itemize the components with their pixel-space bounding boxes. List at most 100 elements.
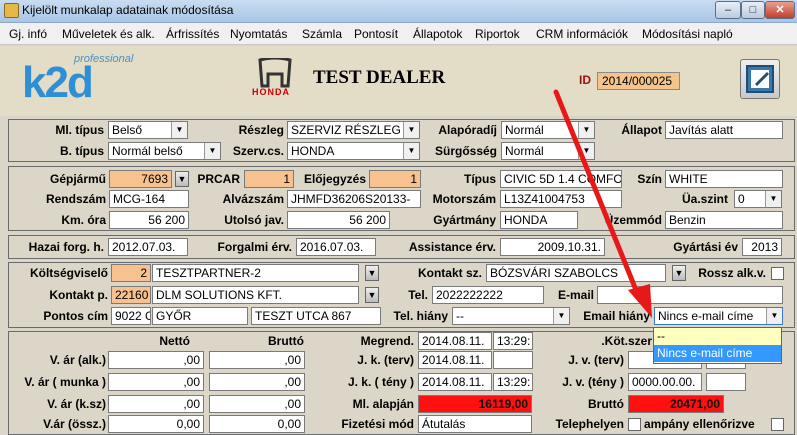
menu-modositasi-naplo[interactable]: Módosítási napló <box>642 27 733 41</box>
email-hiany-select[interactable]: Nincs e-mail címe ▼ <box>654 307 783 325</box>
uzemmod-field[interactable]: Benzin <box>665 211 783 229</box>
kontakt-sz-field[interactable]: BÓZSVÁRI SZABOLCS <box>486 264 666 282</box>
menu-crm[interactable]: CRM információk <box>536 27 628 41</box>
netto-header: Nettó <box>159 334 190 348</box>
chevron-down-icon: ▼ <box>403 143 419 159</box>
brutto-field: 20471,00 <box>628 395 724 413</box>
uaszint-select[interactable]: 0 ▼ <box>734 190 782 208</box>
alaporadij-select[interactable]: Normál ▼ <box>501 121 595 139</box>
assistance-erv-label: Assistance érv. <box>408 240 496 254</box>
jv-teny-time[interactable] <box>706 373 746 391</box>
varos-field[interactable]: GYŐR <box>152 307 248 325</box>
kontakt-p-field[interactable]: DLM SOLUTIONS KFT. <box>152 286 359 304</box>
utca-field[interactable]: TESZT UTCA 867 <box>251 307 381 325</box>
chevron-down-icon: ▼ <box>403 122 419 138</box>
assistance-erv-field[interactable]: 2009.10.31. <box>500 238 605 256</box>
honda-logo: HONDA <box>252 56 298 98</box>
chevron-down-icon: ▼ <box>766 308 782 324</box>
close-button[interactable]: ✕ <box>765 1 795 19</box>
szerv-cs-select[interactable]: HONDA ▼ <box>287 142 420 160</box>
tel-hiany-select[interactable]: -- ▼ <box>452 307 570 325</box>
prcar-field[interactable]: 1 <box>244 170 294 188</box>
var-ossz-brutto[interactable]: 0,00 <box>209 415 305 433</box>
minimize-button[interactable]: – <box>715 1 741 19</box>
maximize-button[interactable]: □ <box>741 1 765 19</box>
menu-riportok[interactable]: Riportok <box>475 27 520 41</box>
forgalmi-erv-field[interactable]: 2016.07.03. <box>296 238 376 256</box>
menu-arfrissites[interactable]: Árfrissítés <box>166 27 219 41</box>
var-munka-brutto[interactable]: ,00 <box>209 373 305 391</box>
tel-hiany-label: Tel. hiány <box>393 309 448 323</box>
motorszam-field[interactable]: L13Z41004753 <box>500 190 622 208</box>
jk-teny-label: J. k. ( tény ) <box>347 375 414 389</box>
ml-tipus-select[interactable]: Belső ▼ <box>108 121 188 139</box>
alaporadij-label: Alapóradíj <box>438 123 497 137</box>
edit-button[interactable] <box>740 59 780 99</box>
download-icon[interactable]: ▼ <box>175 171 189 187</box>
elojegyzes-field[interactable]: 1 <box>369 170 421 188</box>
download-icon[interactable]: ▼ <box>365 287 379 303</box>
rossz-alk-checkbox[interactable] <box>771 267 784 280</box>
ml-alapjan-field: 16119,00 <box>418 395 532 413</box>
jk-terv-date[interactable]: 2014.08.11. <box>418 351 492 369</box>
rendszam-field[interactable]: MCG-164 <box>109 190 189 208</box>
megrend-date[interactable]: 2014.08.11. <box>418 332 492 350</box>
dropdown-option-selected[interactable]: Nincs e-mail címe <box>654 345 781 362</box>
var-alk-netto[interactable]: ,00 <box>108 351 204 369</box>
chevron-down-icon: ▼ <box>553 308 569 324</box>
tel-field[interactable]: 2022222222 <box>432 286 544 304</box>
fizetesi-mod-label: Fizetési mód <box>341 417 414 431</box>
edit-icon <box>746 65 774 93</box>
download-icon[interactable]: ▼ <box>365 265 379 281</box>
km-ora-field[interactable]: 56 200 <box>109 211 189 229</box>
gyartasi-ev-field[interactable]: 2013 <box>742 238 782 256</box>
kontakt-p-id-field[interactable]: 22160 <box>111 286 151 304</box>
koltsegviselo-id-field[interactable]: 2 <box>111 264 151 282</box>
allapot-field[interactable]: Javítás alatt <box>665 121 783 139</box>
fizetesi-mod-field[interactable]: Átutalás <box>418 415 532 433</box>
var-ksz-brutto[interactable]: ,00 <box>209 395 305 413</box>
menu-szamla[interactable]: Számla <box>302 27 342 41</box>
alvazszam-field[interactable]: JHMFD36206S20133- <box>287 190 421 208</box>
menu-gj-info[interactable]: Gj. infó <box>9 27 47 41</box>
pontos-cim-label: Pontos cím <box>43 309 108 323</box>
surgosseg-select[interactable]: Normál ▼ <box>501 142 595 160</box>
reszleg-select[interactable]: SZERVIZ RÉSZLEG ▼ <box>287 121 420 139</box>
menu-pontosit[interactable]: Pontosít <box>354 27 398 41</box>
telephelyen-checkbox[interactable] <box>628 418 641 431</box>
rendszam-label: Rendszám <box>45 192 106 206</box>
menu-allapotok[interactable]: Állapotok <box>413 27 462 41</box>
koltsegviselo-field[interactable]: TESZTPARTNER-2 <box>152 264 359 282</box>
hazai-forg-field[interactable]: 2012.07.03. <box>108 238 188 256</box>
title-bar: Kijelölt munkalap adatainak módosítása –… <box>0 0 797 23</box>
elojegyzes-label: Előjegyzés <box>303 172 366 186</box>
jk-teny-date[interactable]: 2014.08.11. <box>418 373 492 391</box>
email-field[interactable] <box>597 286 783 304</box>
jk-teny-time[interactable]: 13:29: <box>493 373 533 391</box>
gyartmany-field[interactable]: HONDA <box>500 211 578 229</box>
var-ksz-netto[interactable]: ,00 <box>108 395 204 413</box>
menu-nyomtatas[interactable]: Nyomtatás <box>230 27 287 41</box>
irsz-field[interactable]: 9022 G <box>111 307 151 325</box>
b-tipus-select[interactable]: Normál belső ▼ <box>108 142 221 160</box>
megrend-time[interactable]: 13:29: <box>493 332 533 350</box>
jk-terv-time[interactable] <box>493 351 533 369</box>
var-munka-netto[interactable]: ,00 <box>108 373 204 391</box>
gyartmany-label: Gyártmány <box>433 213 496 227</box>
utolso-jav-field[interactable]: 56 200 <box>287 211 390 229</box>
var-ksz-label: V. ár (k.sz) <box>47 397 106 411</box>
var-ossz-netto[interactable]: 0,00 <box>108 415 204 433</box>
var-alk-brutto[interactable]: ,00 <box>209 351 305 369</box>
dropdown-option[interactable]: -- <box>654 328 781 345</box>
menu-muveletek[interactable]: Műveletek és alk. <box>62 27 155 41</box>
allapot-label: Állapot <box>621 123 662 137</box>
surgosseg-label: Sürgősség <box>434 144 497 158</box>
download-icon[interactable]: ▼ <box>672 265 686 281</box>
kampany-checkbox[interactable] <box>771 418 784 431</box>
jv-teny-date[interactable]: 0000.00.00. <box>628 373 702 391</box>
gyartasi-ev-label: Gyártási év <box>673 240 738 254</box>
gepjarmu-field[interactable]: 7693 <box>109 170 172 188</box>
tipus-field[interactable]: CIVIC 5D 1.4 COMFO <box>500 170 622 188</box>
app-icon <box>4 3 19 18</box>
szin-field[interactable]: WHITE <box>665 170 783 188</box>
